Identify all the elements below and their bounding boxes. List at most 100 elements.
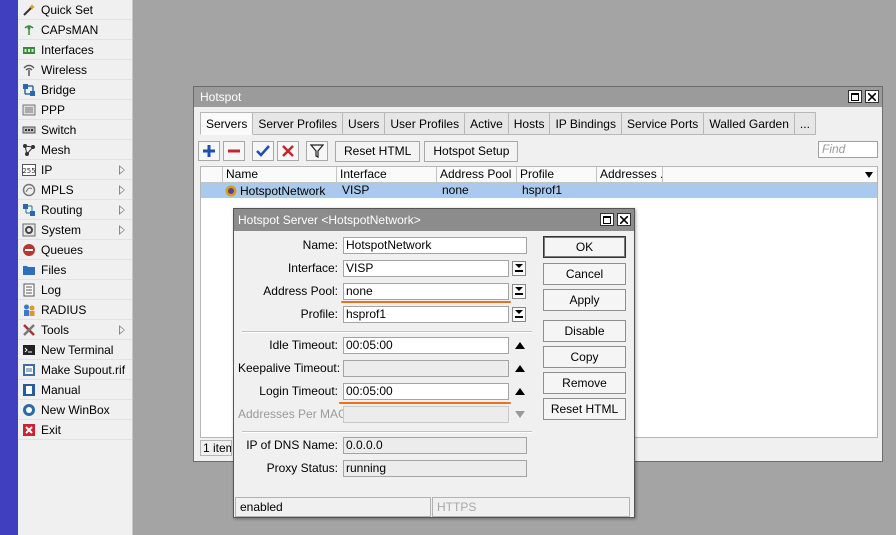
menu-item-tools[interactable]: Tools [18, 320, 132, 340]
filter-button[interactable] [306, 141, 328, 161]
menu-item-ip[interactable]: 255 IP [18, 160, 132, 180]
address-pool-dropdown-icon[interactable] [512, 284, 526, 299]
window-title: Hotspot [200, 90, 242, 104]
tab-ip-bindings[interactable]: IP Bindings [550, 112, 622, 135]
proxy-status-label: Proxy Status: [266, 461, 338, 475]
table-row[interactable]: HotspotNetwork VISP none hsprof1 [201, 183, 877, 198]
column-header-addresses[interactable]: Addresses ... [596, 167, 662, 183]
tab-server-profiles[interactable]: Server Profiles [253, 112, 344, 135]
tab-servers[interactable]: Servers [200, 112, 254, 135]
keepalive-timeout-expand-icon[interactable] [515, 365, 525, 373]
menu-item-switch[interactable]: Switch [18, 120, 132, 140]
keepalive-timeout-field[interactable] [343, 360, 509, 377]
menu-item-interfaces[interactable]: Interfaces [18, 40, 132, 60]
cancel-button[interactable]: Cancel [543, 263, 626, 285]
close-button[interactable] [865, 90, 879, 103]
hotspot-titlebar[interactable]: Hotspot [194, 87, 882, 107]
menu-item-radius[interactable]: RADIUS [18, 300, 132, 320]
hotspot-setup-button[interactable]: Hotspot Setup [424, 140, 519, 162]
menu-item-queues[interactable]: Queues [18, 240, 132, 260]
menu-item-manual[interactable]: Manual [18, 380, 132, 400]
menu-item-routing[interactable]: Routing [18, 200, 132, 220]
menu-item-new-terminal[interactable]: New Terminal [18, 340, 132, 360]
keepalive-timeout-label: Keepalive Timeout: [238, 361, 341, 375]
reset-html-button[interactable]: Reset HTML [543, 398, 626, 420]
interface-dropdown-icon[interactable] [512, 261, 526, 276]
tab-more[interactable]: ... [794, 112, 816, 135]
copy-button[interactable]: Copy [543, 346, 626, 368]
menu-item-mpls[interactable]: MPLS [18, 180, 132, 200]
submenu-arrow-icon [119, 185, 125, 195]
column-header-address-pool[interactable]: Address Pool [436, 167, 516, 183]
menu-item-ppp[interactable]: PPP [18, 100, 132, 120]
addresses-per-mac-label: Addresses Per MAC: [238, 407, 351, 421]
interface-select[interactable]: VISP [343, 260, 509, 277]
ip-icon: 255 [22, 163, 36, 177]
menu-item-exit[interactable]: Exit [18, 420, 132, 440]
apply-button[interactable]: Apply [543, 289, 626, 311]
addresses-per-mac-expand-icon [515, 411, 525, 419]
menu-item-capsman[interactable]: CAPsMAN [18, 20, 132, 40]
column-header-name[interactable]: Name [222, 167, 336, 183]
find-input[interactable]: Find [818, 141, 878, 158]
disable-button[interactable]: Disable [543, 320, 626, 342]
dialog-close-button[interactable] [617, 213, 631, 226]
login-timeout-field[interactable]: 00:05:00 [343, 383, 509, 400]
menu-item-log[interactable]: Log [18, 280, 132, 300]
maximize-button[interactable] [848, 90, 862, 103]
menu-item-quick-set[interactable]: Quick Set [18, 0, 132, 20]
remove-button[interactable]: Remove [543, 372, 626, 394]
interface-label: Interface: [287, 261, 338, 275]
ok-button[interactable]: OK [543, 236, 626, 258]
address-pool-select[interactable]: none [343, 283, 509, 300]
tab-users[interactable]: Users [343, 112, 386, 135]
mesh-icon [22, 143, 36, 157]
reset-html-button[interactable]: Reset HTML [335, 140, 421, 162]
column-header-marker [201, 167, 222, 183]
column-header-profile[interactable]: Profile [516, 167, 596, 183]
menu-item-new-winbox[interactable]: New WinBox [18, 400, 132, 420]
tab-active[interactable]: Active [465, 112, 509, 135]
add-button[interactable] [198, 141, 220, 161]
log-icon [22, 283, 36, 297]
remove-button[interactable] [223, 141, 245, 161]
menu-item-label: Quick Set [41, 2, 94, 17]
tab-user-profiles[interactable]: User Profiles [385, 112, 466, 135]
column-header-interface[interactable]: Interface [336, 167, 436, 183]
menu-item-label: Interfaces [41, 42, 94, 57]
disable-button[interactable] [277, 141, 299, 161]
section-divider [242, 431, 532, 433]
tab-service-ports[interactable]: Service Ports [621, 112, 705, 135]
menu-item-make-supout[interactable]: Make Supout.rif [18, 360, 132, 380]
dialog-status-protocol: HTTPS [432, 497, 630, 517]
dialog-title: Hotspot Server <HotspotNetwork> [238, 213, 421, 227]
switch-icon [22, 123, 36, 137]
capsman-icon [22, 23, 36, 37]
close-icon [620, 216, 628, 224]
address-pool-highlight [341, 301, 511, 303]
profile-dropdown-icon[interactable] [512, 307, 526, 322]
enable-button[interactable] [252, 141, 274, 161]
manual-icon [22, 383, 36, 397]
svg-text:255: 255 [22, 167, 35, 175]
idle-timeout-collapse-icon[interactable] [515, 342, 525, 350]
exit-icon [22, 423, 36, 437]
login-timeout-collapse-icon[interactable] [515, 388, 525, 396]
menu-item-label: Files [41, 262, 67, 277]
profile-select[interactable]: hsprof1 [343, 306, 509, 323]
menu-item-files[interactable]: Files [18, 260, 132, 280]
tab-walled-garden[interactable]: Walled Garden [704, 112, 795, 135]
column-menu-icon[interactable] [865, 172, 873, 178]
tab-hosts[interactable]: Hosts [508, 112, 551, 135]
idle-timeout-field[interactable]: 00:05:00 [343, 337, 509, 354]
menu-item-label: Manual [41, 382, 81, 397]
table-header: Name Interface Address Pool Profile Addr… [201, 167, 877, 183]
hotspot-toolbar: Reset HTML Hotspot Setup [198, 140, 522, 162]
menu-item-mesh[interactable]: Mesh [18, 140, 132, 160]
menu-item-bridge[interactable]: Bridge [18, 80, 132, 100]
dialog-titlebar[interactable]: Hotspot Server <HotspotNetwork> [234, 209, 634, 231]
dialog-maximize-button[interactable] [600, 213, 614, 226]
menu-item-system[interactable]: System [18, 220, 132, 240]
name-field[interactable]: HotspotNetwork [343, 237, 527, 254]
menu-item-wireless[interactable]: Wireless [18, 60, 132, 80]
